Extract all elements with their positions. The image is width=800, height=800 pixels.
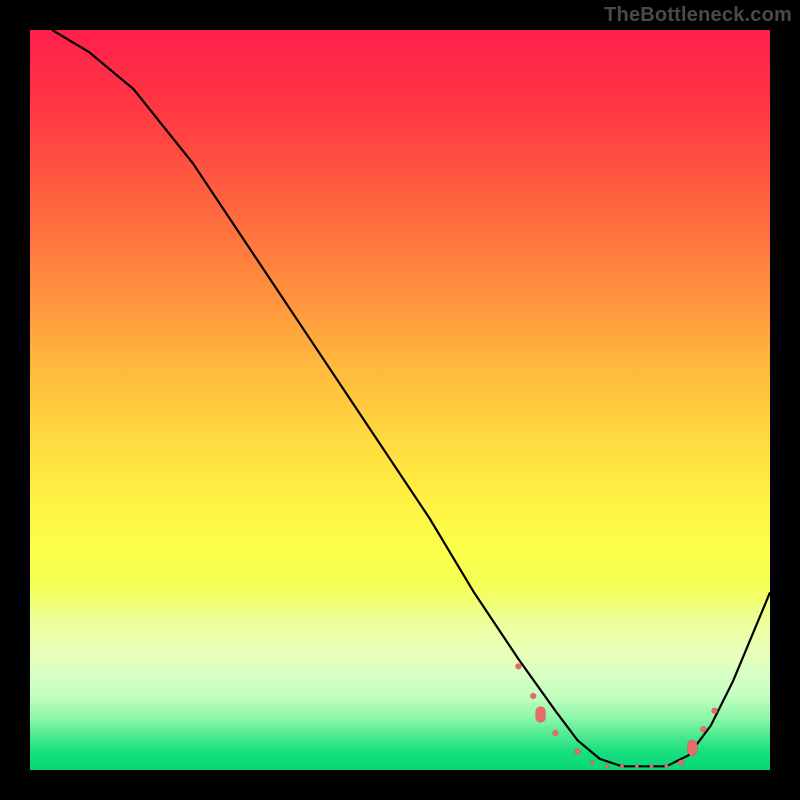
curve-marker <box>552 730 558 736</box>
watermark-text: TheBottleneck.com <box>604 4 792 27</box>
curve-marker <box>515 663 521 669</box>
chart-container: TheBottleneck.com <box>0 0 800 800</box>
curve-marker <box>664 764 668 768</box>
curve-marker <box>650 764 654 768</box>
curve-marker <box>620 764 624 768</box>
bottleneck-curve <box>52 30 770 766</box>
curve-markers <box>515 663 717 768</box>
curve-marker <box>678 760 684 766</box>
curve-marker <box>605 764 609 768</box>
curve-marker <box>687 740 697 756</box>
curve-marker <box>700 726 706 732</box>
plot-area <box>30 30 770 770</box>
curve-marker <box>536 707 546 723</box>
curve-marker <box>590 761 594 765</box>
curve-marker <box>530 693 536 699</box>
curve-marker <box>575 749 581 755</box>
chart-svg <box>30 30 770 770</box>
curve-marker <box>712 708 718 714</box>
curve-marker <box>635 764 639 768</box>
